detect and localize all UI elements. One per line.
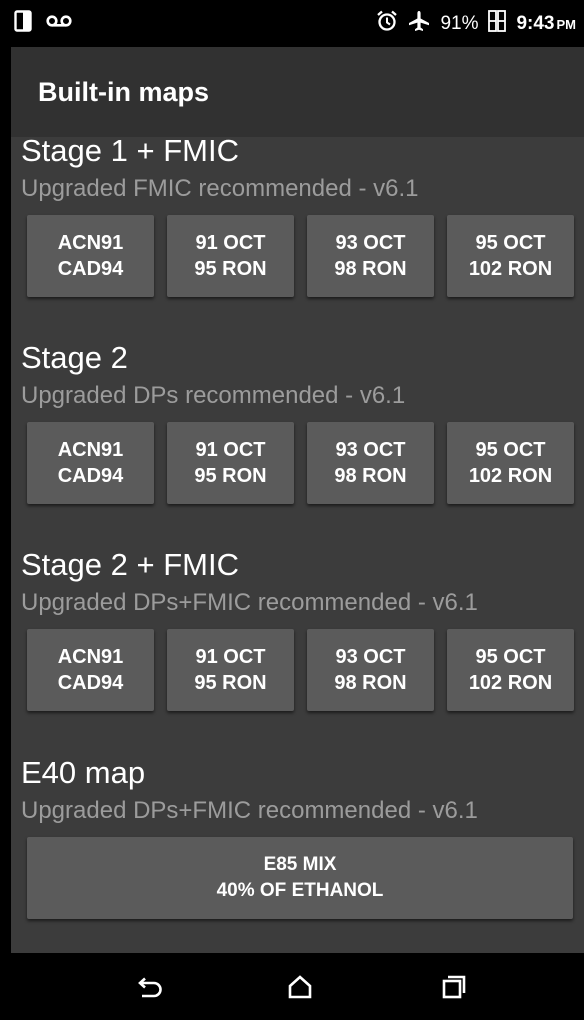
button-line1: 95 OCT	[475, 439, 546, 461]
battery-icon	[488, 9, 507, 38]
section-subtitle: Upgraded DPs+FMIC recommended - v6.1	[21, 589, 478, 616]
button-line2: CAD94	[57, 465, 124, 487]
screen-mirror-icon	[14, 10, 32, 37]
button-line1: 93 OCT	[335, 232, 406, 254]
button-line2: 95 RON	[194, 258, 267, 280]
section-subtitle: Upgraded FMIC recommended - v6.1	[21, 175, 419, 202]
button-line1: 93 OCT	[335, 646, 406, 668]
map-button-93oct-98ron[interactable]: 93 OCT 98 RON	[307, 629, 434, 711]
button-line2: 102 RON	[468, 258, 553, 280]
map-button-95oct-102ron[interactable]: 95 OCT 102 RON	[447, 629, 574, 711]
section-title: E40 map	[21, 755, 146, 790]
map-button-acn91-cad94[interactable]: ACN91 CAD94	[27, 629, 154, 711]
voicemail-icon	[46, 14, 72, 33]
button-line2: 95 RON	[194, 465, 267, 487]
button-line2: 98 RON	[334, 258, 407, 280]
map-button-91oct-95ron[interactable]: 91 OCT 95 RON	[167, 215, 294, 297]
section-title: Stage 2 + FMIC	[21, 547, 239, 582]
map-button-e85-mix[interactable]: E85 MIX 40% OF ETHANOL	[27, 837, 573, 919]
home-icon[interactable]	[280, 967, 320, 1007]
status-bar: 91% 9:43 PM	[0, 0, 584, 47]
navigation-bar	[0, 953, 584, 1020]
button-line2: 102 RON	[468, 465, 553, 487]
alarm-clock-icon	[376, 10, 398, 37]
section-subtitle: Upgraded DPs+FMIC recommended - v6.1	[21, 797, 478, 824]
button-line1: ACN91	[57, 646, 124, 668]
map-button-95oct-102ron[interactable]: 95 OCT 102 RON	[447, 215, 574, 297]
clock-time: 9:43	[516, 12, 555, 34]
button-line2: 95 RON	[194, 672, 267, 694]
button-line1: 91 OCT	[195, 232, 266, 254]
button-line1: ACN91	[57, 232, 124, 254]
map-button-93oct-98ron[interactable]: 93 OCT 98 RON	[307, 422, 434, 504]
button-line1: 95 OCT	[475, 646, 546, 668]
button-line2: CAD94	[57, 258, 124, 280]
map-button-93oct-98ron[interactable]: 93 OCT 98 RON	[307, 215, 434, 297]
screen: 91% 9:43 PM Built-in maps Stage 1 + FMIC …	[0, 0, 584, 1020]
battery-percent: 91%	[440, 12, 479, 34]
back-icon[interactable]	[130, 967, 170, 1007]
map-button-91oct-95ron[interactable]: 91 OCT 95 RON	[167, 629, 294, 711]
button-line2: 98 RON	[334, 672, 407, 694]
recent-apps-icon[interactable]	[434, 967, 474, 1007]
button-line2: 98 RON	[334, 465, 407, 487]
button-line1: 95 OCT	[475, 232, 546, 254]
section-title: Stage 2	[21, 340, 128, 375]
button-line1: 91 OCT	[195, 646, 266, 668]
page-title: Built-in maps	[38, 77, 210, 107]
button-line1: E85 MIX	[263, 854, 337, 875]
map-button-acn91-cad94[interactable]: ACN91 CAD94	[27, 422, 154, 504]
section-subtitle: Upgraded DPs recommended - v6.1	[21, 382, 406, 409]
button-line2: CAD94	[57, 672, 124, 694]
maps-panel[interactable]: Built-in maps Stage 1 + FMIC Upgraded FM…	[11, 47, 584, 953]
map-button-acn91-cad94[interactable]: ACN91 CAD94	[27, 215, 154, 297]
button-line2: 102 RON	[468, 672, 553, 694]
app-toolbar: Built-in maps	[11, 47, 584, 137]
button-line2: 40% OF ETHANOL	[216, 880, 384, 901]
button-line1: ACN91	[57, 439, 124, 461]
clock-ampm: PM	[556, 16, 577, 32]
airplane-mode-icon	[408, 10, 430, 37]
map-button-95oct-102ron[interactable]: 95 OCT 102 RON	[447, 422, 574, 504]
button-line1: 91 OCT	[195, 439, 266, 461]
section-title: Stage 1 + FMIC	[21, 133, 239, 168]
map-button-91oct-95ron[interactable]: 91 OCT 95 RON	[167, 422, 294, 504]
button-line1: 93 OCT	[335, 439, 406, 461]
